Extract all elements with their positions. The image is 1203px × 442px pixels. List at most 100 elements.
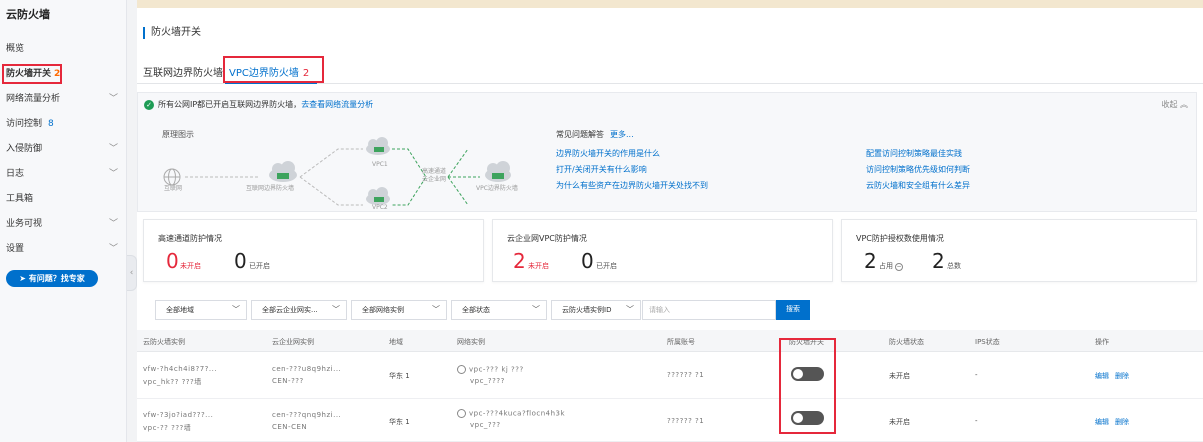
diagram-label: VPC1 (372, 161, 388, 168)
main-content: 防火墙开关 互联网边界防火墙 VPC边界防火墙 2 ✓ 所有公网IP都已开启互联网边… (137, 0, 1203, 442)
sidebar-item-traffic-analysis[interactable]: 网络流量分析 ﹀ (0, 88, 126, 110)
chevron-down-icon: ﹀ (432, 305, 440, 314)
ips-status: - (975, 417, 978, 425)
used-count: 2 (864, 249, 877, 273)
column-header: 地域 (389, 338, 403, 346)
check-circle-icon: ✓ (144, 99, 154, 110)
sidebar-badge: 8 (48, 119, 54, 129)
sidebar-title: 云防火墙 (6, 8, 50, 21)
license-usage-card: VPC防护授权数使用情况 2 占用 − 2 总数 (841, 219, 1197, 282)
account-cell: ?????? ?1 (667, 417, 705, 425)
diagram-label: 云企业网 (422, 176, 447, 183)
faq-link[interactable]: 边界防火墙开关的作用是什么 (556, 148, 660, 159)
edit-link[interactable]: 编辑 (1095, 371, 1109, 381)
highlight-box (2, 64, 62, 84)
faq-title: 常见问题解答 更多... (556, 130, 634, 139)
chevron-down-icon: ﹀ (108, 94, 118, 104)
chevron-down-icon: ﹀ (626, 305, 634, 314)
diagram-label: VPC边界防火墙 (476, 185, 518, 192)
used-label: 占用 − (879, 262, 903, 271)
connection-line (299, 148, 363, 178)
chevron-down-icon: ﹀ (232, 305, 240, 314)
info-panel: ✓所有公网IP都已开启互联网边界防火墙，去查看网络流量分析 收起 ︽ 原理图示 (137, 92, 1197, 212)
sidebar-item-overview[interactable]: 概览 (0, 38, 126, 60)
sidebar-item-logs[interactable]: 日志 ﹀ (0, 163, 126, 185)
region-cell: 华东 1 (389, 418, 410, 426)
instance-select[interactable]: 全部网络实例 ﹀ (351, 300, 447, 320)
protected-count: 0 (234, 249, 247, 273)
fw-instance-name: vpc_hk?? ???墙 (143, 378, 202, 386)
cloud-vpc2-icon (366, 187, 390, 205)
edit-link[interactable]: 编辑 (1095, 417, 1109, 427)
fw-instance-name: vpc-?? ???墙 (143, 424, 192, 432)
ips-status: - (975, 371, 978, 379)
fw-instance-id: vfw-?3jo?iad???... (143, 411, 214, 419)
network-instance: vpc-???4kuca?flocn4h3k (457, 409, 565, 418)
cen-instance-name: CEN-CEN (272, 423, 308, 431)
sidebar-item-access-control[interactable]: 访问控制 8 (0, 113, 126, 135)
faq-more-link[interactable]: 更多... (610, 130, 634, 139)
sidebar-collapse-button[interactable]: ‹ (127, 255, 137, 291)
region-select[interactable]: 全部地域 ﹀ (155, 300, 247, 320)
help-icon: ➤ (19, 274, 29, 283)
chevron-down-icon: ﹀ (108, 144, 118, 154)
vpc-icon (457, 409, 466, 418)
protected-count: 0 (581, 249, 594, 273)
highlight-box (779, 338, 836, 434)
account-cell: ?????? ?1 (667, 371, 705, 379)
faq-link[interactable]: 访问控制策略优先级如何判断 (866, 164, 970, 175)
cloud-firewall-icon (269, 161, 297, 182)
traffic-analysis-link[interactable]: 去查看网络流量分析 (301, 100, 373, 109)
vpc-icon (457, 365, 466, 374)
sidebar-item-toolbox[interactable]: 工具箱 (0, 188, 126, 210)
cen-select[interactable]: 全部云企业网实... ﹀ (251, 300, 347, 320)
sidebar-item-settings[interactable]: 设置 ﹀ (0, 238, 126, 260)
chevron-down-icon: ﹀ (332, 305, 340, 314)
network-instance: vpc-??? kj ??? (457, 365, 524, 374)
region-cell: 华东 1 (389, 372, 410, 380)
status-select[interactable]: 全部状态 ﹀ (451, 300, 547, 320)
sidebar-item-visualization[interactable]: 业务可视 ﹀ (0, 213, 126, 235)
network-instance-name: vpc_???? (470, 377, 505, 385)
connection-line (299, 176, 363, 206)
table-row: vfw-?3jo?iad???... vpc-?? ???墙 cen-???qn… (137, 399, 1203, 442)
diagram-label: 互联网边界防火墙 (246, 185, 295, 192)
faq-link[interactable]: 打开/关闭开关有什么影响 (556, 164, 647, 175)
protected-label: 已开启 (249, 262, 270, 270)
search-button[interactable]: 搜索 (776, 300, 810, 320)
cen-instance-id: cen-???qnq9hzi... (272, 411, 342, 419)
table-header: 云防火墙实例 云企业网实例 地域 网络实例 所属账号 防火墙开关 防火墙状态 I… (137, 330, 1203, 352)
cen-instance-name: CEN-??? (272, 377, 304, 385)
diagram-label: 互联网 (164, 185, 183, 192)
tab-internet-firewall[interactable]: 互联网边界防火墙 (143, 64, 223, 79)
card-title: 云企业网VPC防护情况 (507, 234, 587, 243)
protected-label: 已开启 (596, 262, 617, 270)
collapse-button[interactable]: 收起 ︽ (1161, 99, 1188, 110)
chevron-down-icon: ﹀ (108, 169, 118, 179)
sidebar-item-intrusion-prevention[interactable]: 入侵防御 ﹀ (0, 138, 126, 160)
express-protection-card: 高速通道防护情况 0 未开启 0 已开启 (143, 219, 484, 282)
sidebar: 云防火墙 概览 防火墙开关 2 网络流量分析 ﹀ 访问控制 8 入侵防御 ﹀ 日志 ﹀ 工… (0, 0, 127, 442)
info-message: ✓ 所有公网IP都已开启互联网边界防火墙，去查看网络流量分析 (144, 99, 373, 110)
help-button[interactable]: ➤ 有问题？找专家 (6, 270, 98, 287)
column-header: 云企业网实例 (272, 338, 314, 346)
search-input[interactable] (642, 300, 776, 320)
page-title: 防火墙开关 (143, 27, 201, 39)
total-count: 2 (932, 249, 945, 273)
chevron-down-icon: ﹀ (108, 244, 118, 254)
top-banner (137, 0, 1203, 8)
cen-instance-id: cen-???u8q9hzi... (272, 365, 342, 373)
column-header: 云防火墙实例 (143, 338, 185, 346)
delete-link[interactable]: 删除 (1115, 371, 1129, 381)
unprotected-label: 未开启 (180, 262, 201, 270)
column-header: IPS状态 (975, 338, 1000, 346)
fw-id-select[interactable]: 云防火墙实例ID ﹀ (551, 300, 641, 320)
network-instance-name: vpc_??? (470, 421, 501, 429)
fw-status: 未开启 (889, 372, 910, 380)
column-header: 操作 (1095, 338, 1109, 346)
faq-link[interactable]: 为什么有些资产在边界防火墙开关处找不到 (556, 180, 708, 191)
minus-circle-icon: − (895, 263, 903, 271)
delete-link[interactable]: 删除 (1115, 417, 1129, 427)
faq-link[interactable]: 配置访问控制策略最佳实践 (866, 148, 962, 159)
faq-link[interactable]: 云防火墙和安全组有什么差异 (866, 180, 970, 191)
